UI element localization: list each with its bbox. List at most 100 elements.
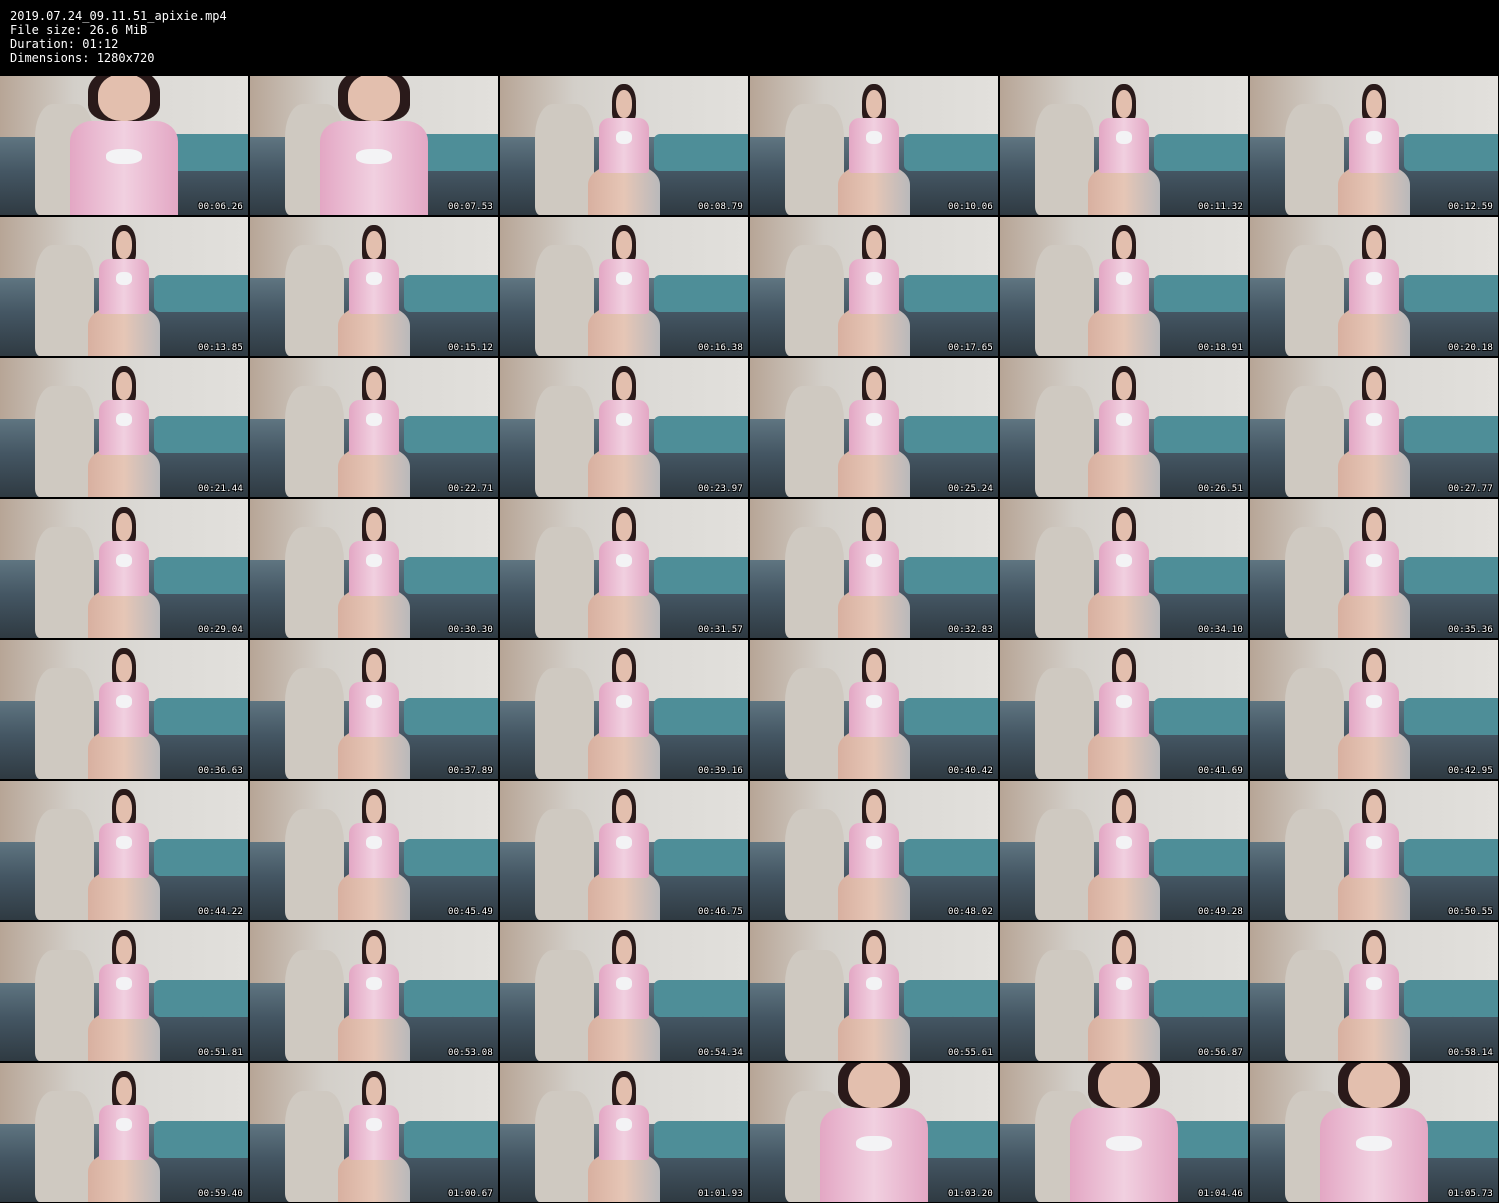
thumbnail-frame (500, 217, 748, 356)
thumbnail-frame (250, 76, 498, 215)
thumbnail-timestamp: 01:05.73 (1448, 1189, 1493, 1199)
thumbnail-frame (1000, 922, 1248, 1061)
thumbnail-timestamp: 00:51.81 (198, 1048, 243, 1058)
thumbnail-timestamp: 00:10.06 (948, 202, 993, 212)
thumbnail-frame (500, 922, 748, 1061)
video-thumbnail: 00:32.83 (750, 499, 998, 638)
thumbnail-timestamp: 00:45.49 (448, 907, 493, 917)
thumbnail-timestamp: 00:58.14 (1448, 1048, 1493, 1058)
video-thumbnail: 00:40.42 (750, 640, 998, 779)
thumbnail-frame (750, 358, 998, 497)
dimensions: Dimensions: 1280x720 (10, 51, 155, 65)
thumbnail-timestamp: 00:12.59 (1448, 202, 1493, 212)
video-thumbnail: 00:11.32 (1000, 76, 1248, 215)
thumbnail-timestamp: 00:54.34 (698, 1048, 743, 1058)
thumbnail-frame (0, 499, 248, 638)
thumbnail-frame (0, 1063, 248, 1202)
video-thumbnail: 00:06.26 (0, 76, 248, 215)
video-thumbnail: 00:22.71 (250, 358, 498, 497)
thumbnail-timestamp: 01:04.46 (1198, 1189, 1243, 1199)
thumbnail-frame (250, 499, 498, 638)
video-thumbnail: 00:15.12 (250, 217, 498, 356)
thumbnail-frame (1250, 1063, 1498, 1202)
file-name: 2019.07.24_09.11.51_apixie.mp4 (10, 9, 227, 23)
thumbnail-timestamp: 00:26.51 (1198, 484, 1243, 494)
video-thumbnail: 00:42.95 (1250, 640, 1498, 779)
video-thumbnail: 00:48.02 (750, 781, 998, 920)
thumbnail-frame (0, 922, 248, 1061)
thumbnail-timestamp: 00:13.85 (198, 343, 243, 353)
thumbnail-timestamp: 01:00.67 (448, 1189, 493, 1199)
video-thumbnail: 00:21.44 (0, 358, 248, 497)
video-thumbnail: 00:51.81 (0, 922, 248, 1061)
thumbnail-timestamp: 00:20.18 (1448, 343, 1493, 353)
video-thumbnail: 00:16.38 (500, 217, 748, 356)
video-thumbnail: 00:34.10 (1000, 499, 1248, 638)
thumbnail-timestamp: 01:03.20 (948, 1189, 993, 1199)
thumbnail-timestamp: 00:56.87 (1198, 1048, 1243, 1058)
thumbnail-frame (500, 358, 748, 497)
thumbnail-timestamp: 00:23.97 (698, 484, 743, 494)
video-thumbnail: 00:53.08 (250, 922, 498, 1061)
thumbnail-timestamp: 00:25.24 (948, 484, 993, 494)
file-info-header: 2019.07.24_09.11.51_apixie.mp4 File size… (10, 9, 227, 65)
video-thumbnail: 00:30.30 (250, 499, 498, 638)
thumbnail-timestamp: 00:39.16 (698, 766, 743, 776)
thumbnail-timestamp: 00:31.57 (698, 625, 743, 635)
thumbnail-timestamp: 00:37.89 (448, 766, 493, 776)
thumbnail-timestamp: 00:08.79 (698, 202, 743, 212)
thumbnail-timestamp: 00:06.26 (198, 202, 243, 212)
thumbnail-timestamp: 00:40.42 (948, 766, 993, 776)
thumbnail-frame (750, 781, 998, 920)
thumbnail-frame (250, 358, 498, 497)
thumbnail-frame (1250, 781, 1498, 920)
video-thumbnail: 00:25.24 (750, 358, 998, 497)
thumbnail-frame (1250, 640, 1498, 779)
thumbnail-timestamp: 00:46.75 (698, 907, 743, 917)
thumbnail-frame (250, 922, 498, 1061)
thumbnail-frame (500, 499, 748, 638)
thumbnail-frame (500, 640, 748, 779)
video-thumbnail: 00:18.91 (1000, 217, 1248, 356)
video-thumbnail: 00:17.65 (750, 217, 998, 356)
video-thumbnail: 01:05.73 (1250, 1063, 1498, 1202)
video-thumbnail: 00:59.40 (0, 1063, 248, 1202)
video-thumbnail: 00:37.89 (250, 640, 498, 779)
video-thumbnail: 00:27.77 (1250, 358, 1498, 497)
thumbnail-frame (0, 640, 248, 779)
thumbnail-timestamp: 00:49.28 (1198, 907, 1243, 917)
video-thumbnail: 00:49.28 (1000, 781, 1248, 920)
thumbnail-timestamp: 00:07.53 (448, 202, 493, 212)
video-thumbnail: 00:56.87 (1000, 922, 1248, 1061)
video-thumbnail: 01:00.67 (250, 1063, 498, 1202)
video-thumbnail: 00:10.06 (750, 76, 998, 215)
video-thumbnail: 00:20.18 (1250, 217, 1498, 356)
thumbnail-frame (1250, 358, 1498, 497)
thumbnail-frame (250, 781, 498, 920)
thumbnail-frame (250, 1063, 498, 1202)
thumbnail-frame (1250, 499, 1498, 638)
thumbnail-frame (750, 217, 998, 356)
video-thumbnail: 00:41.69 (1000, 640, 1248, 779)
thumbnail-timestamp: 00:17.65 (948, 343, 993, 353)
video-thumbnail: 00:13.85 (0, 217, 248, 356)
video-thumbnail: 01:04.46 (1000, 1063, 1248, 1202)
thumbnail-timestamp: 00:18.91 (1198, 343, 1243, 353)
thumbnail-frame (500, 1063, 748, 1202)
thumbnail-timestamp: 00:42.95 (1448, 766, 1493, 776)
video-thumbnail: 00:44.22 (0, 781, 248, 920)
thumbnail-frame (250, 217, 498, 356)
thumbnail-frame (1000, 358, 1248, 497)
thumbnail-timestamp: 00:22.71 (448, 484, 493, 494)
thumbnail-timestamp: 00:36.63 (198, 766, 243, 776)
thumbnail-timestamp: 00:35.36 (1448, 625, 1493, 635)
thumbnail-frame (1250, 922, 1498, 1061)
thumbnail-timestamp: 00:11.32 (1198, 202, 1243, 212)
thumbnail-timestamp: 00:16.38 (698, 343, 743, 353)
file-size: File size: 26.6 MiB (10, 23, 148, 37)
video-thumbnail: 00:39.16 (500, 640, 748, 779)
thumbnail-frame (0, 781, 248, 920)
video-thumbnail: 00:12.59 (1250, 76, 1498, 215)
duration: Duration: 01:12 (10, 37, 119, 51)
thumbnail-frame (1000, 640, 1248, 779)
